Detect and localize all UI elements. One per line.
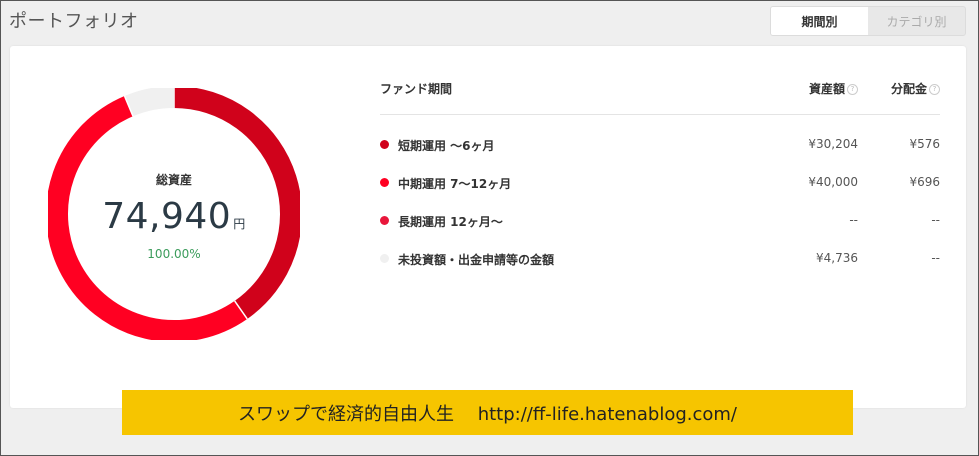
total-assets-amount: 74,940 円 <box>102 196 245 237</box>
row-name: 未投資額・出金申請等の金額 <box>398 253 555 267</box>
total-assets-summary: 総資産 74,940 円 100.00% <box>48 88 300 340</box>
table-row: 中期運用 7〜12ヶ月 ¥40,000 ¥696 <box>380 165 940 203</box>
total-assets-percent: 100.00% <box>147 247 201 261</box>
table-row: 短期運用 〜6ヶ月 ¥30,204 ¥576 <box>380 127 940 165</box>
row-name: 中期運用 7〜12ヶ月 <box>398 177 512 191</box>
row-distribution: ¥576 <box>909 137 940 151</box>
portfolio-card: 総資産 74,940 円 100.00% ファンド期間 資産額? 分配金? 短期運… <box>10 46 966 408</box>
legend-dot-icon <box>380 140 389 149</box>
row-assets: -- <box>849 213 858 227</box>
header-assets: 資産額? <box>809 80 858 97</box>
help-icon[interactable]: ? <box>847 84 858 95</box>
help-icon[interactable]: ? <box>929 84 940 95</box>
view-tabs: 期間別 カテゴリ別 <box>770 6 966 36</box>
page-title: ポートフォリオ <box>9 11 139 32</box>
table-body: 短期運用 〜6ヶ月 ¥30,204 ¥576 中期運用 7〜12ヶ月 ¥40,0… <box>380 127 940 279</box>
table-row: 長期運用 12ヶ月〜 -- -- <box>380 203 940 241</box>
table-header: ファンド期間 資産額? 分配金? <box>380 64 940 115</box>
row-distribution: ¥696 <box>909 175 940 189</box>
header-fund-period: ファンド期間 <box>380 82 453 96</box>
row-name: 長期運用 12ヶ月〜 <box>398 215 503 229</box>
watermark-banner: スワップで経済的自由人生 http://ff-life.hatenablog.c… <box>122 390 853 435</box>
legend-dot-icon <box>380 178 389 187</box>
row-name: 短期運用 〜6ヶ月 <box>398 139 495 153</box>
legend-dot-icon <box>380 254 389 263</box>
amount-unit: 円 <box>233 217 246 231</box>
row-distribution: -- <box>931 213 940 227</box>
header-distribution: 分配金? <box>891 80 940 97</box>
tab-by-period[interactable]: 期間別 <box>771 7 868 35</box>
row-assets: ¥30,204 <box>808 137 858 151</box>
legend-dot-icon <box>380 216 389 225</box>
row-distribution: -- <box>931 251 940 265</box>
total-assets-label: 総資産 <box>155 173 192 187</box>
row-assets: ¥40,000 <box>808 175 858 189</box>
table-row: 未投資額・出金申請等の金額 ¥4,736 -- <box>380 241 940 279</box>
tab-by-category[interactable]: カテゴリ別 <box>868 7 965 35</box>
row-assets: ¥4,736 <box>816 251 858 265</box>
fund-period-table: ファンド期間 資産額? 分配金? 短期運用 〜6ヶ月 ¥30,204 ¥576 … <box>380 64 940 279</box>
amount-value: 74,940 <box>102 196 232 237</box>
